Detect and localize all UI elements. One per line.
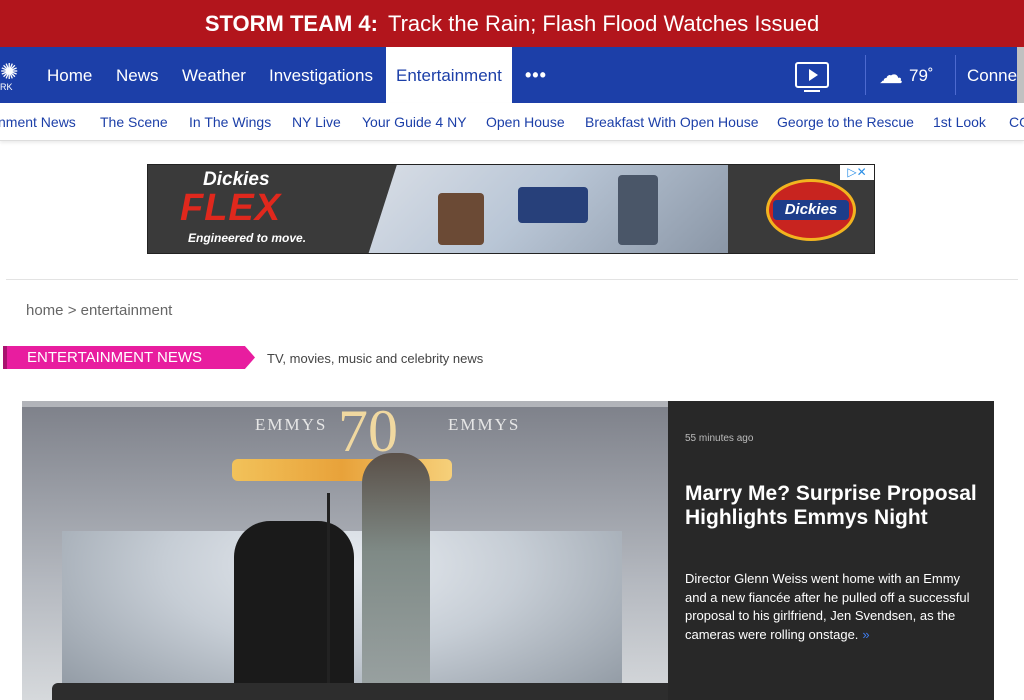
ad-photo — [368, 165, 728, 253]
logo-callsign: RK — [0, 82, 13, 92]
story-summary: Director Glenn Weiss went home with an E… — [685, 571, 970, 642]
ad-choices-icon[interactable]: ▷✕ — [840, 165, 874, 180]
main-nav: ✺ RK Home News Weather Investigations En… — [0, 47, 1024, 103]
more-menu-icon[interactable]: ••• — [525, 47, 547, 103]
divider — [6, 279, 1018, 280]
section-description: TV, movies, music and celebrity news — [267, 351, 484, 366]
alert-label: STORM TEAM 4: — [204, 10, 378, 36]
subnav-item-breakfast[interactable]: Breakfast With Open House — [585, 103, 759, 140]
advertisement-banner[interactable]: Dickies FLEX Engineered to move. Dickies… — [147, 164, 875, 254]
ad-tagline: Engineered to move. — [188, 231, 307, 245]
subnav-item-your-guide[interactable]: Your Guide 4 NY — [362, 103, 467, 140]
peacock-icon: ✺ — [0, 59, 19, 84]
section-title: ENTERTAINMENT NEWS — [3, 346, 255, 369]
nav-item-entertainment[interactable]: Entertainment — [386, 47, 512, 103]
subnav-item-the-scene[interactable]: The Scene — [100, 103, 168, 140]
subnav-item-in-the-wings[interactable]: In The Wings — [189, 103, 271, 140]
weather-widget[interactable]: ☁ 79˚ — [879, 47, 934, 103]
temperature: 79˚ — [909, 66, 934, 85]
alert-text[interactable]: Track the Rain; Flash Flood Watches Issu… — [388, 11, 819, 37]
ad-logo: Dickies — [766, 179, 856, 241]
nav-item-home[interactable]: Home — [47, 47, 92, 103]
emmys-sign-right: EMMYS — [448, 415, 521, 434]
connect-link[interactable]: Connect — [967, 47, 1024, 103]
man-kneeling-figure — [234, 521, 354, 700]
breaking-alert-banner[interactable]: STORM TEAM 4: Track the Rain; Flash Floo… — [0, 0, 1024, 47]
subnav-item-entertainment-news[interactable]: nment News — [0, 103, 76, 140]
story-headline[interactable]: Marry Me? Surprise Proposal Highlights E… — [685, 482, 985, 530]
video-control-bar[interactable] — [52, 683, 668, 700]
nav-divider — [955, 55, 956, 95]
tv-play-icon[interactable] — [795, 62, 829, 92]
subnav-item-co[interactable]: CO — [1009, 103, 1024, 140]
nav-item-weather[interactable]: Weather — [182, 47, 246, 103]
subnav-item-george[interactable]: George to the Rescue — [777, 103, 914, 140]
cloud-icon: ☁ — [879, 62, 903, 89]
woman-figure — [362, 453, 430, 700]
story-timestamp: 55 minutes ago — [685, 433, 754, 444]
subnav-item-ny-live[interactable]: NY Live — [292, 103, 341, 140]
station-logo[interactable]: ✺ RK — [0, 59, 22, 93]
microphone-stand — [327, 493, 330, 700]
hero-story-panel[interactable]: 55 minutes ago Marry Me? Surprise Propos… — [668, 401, 994, 700]
breadcrumb[interactable]: home > entertainment — [26, 302, 172, 319]
hero-video[interactable]: EMMYS EMMYS 70 — [22, 401, 668, 700]
emmys-sign-left: EMMYS — [255, 415, 328, 434]
subnav-item-1st-look[interactable]: 1st Look — [933, 103, 986, 140]
read-more-icon[interactable]: » — [862, 627, 869, 642]
nav-item-investigations[interactable]: Investigations — [269, 47, 373, 103]
nav-divider — [865, 55, 866, 95]
subnav-item-open-house[interactable]: Open House — [486, 103, 565, 140]
sub-nav: nment News The Scene In The Wings NY Liv… — [0, 103, 1024, 141]
nav-item-news[interactable]: News — [116, 47, 159, 103]
ad-headline: FLEX — [180, 187, 282, 229]
